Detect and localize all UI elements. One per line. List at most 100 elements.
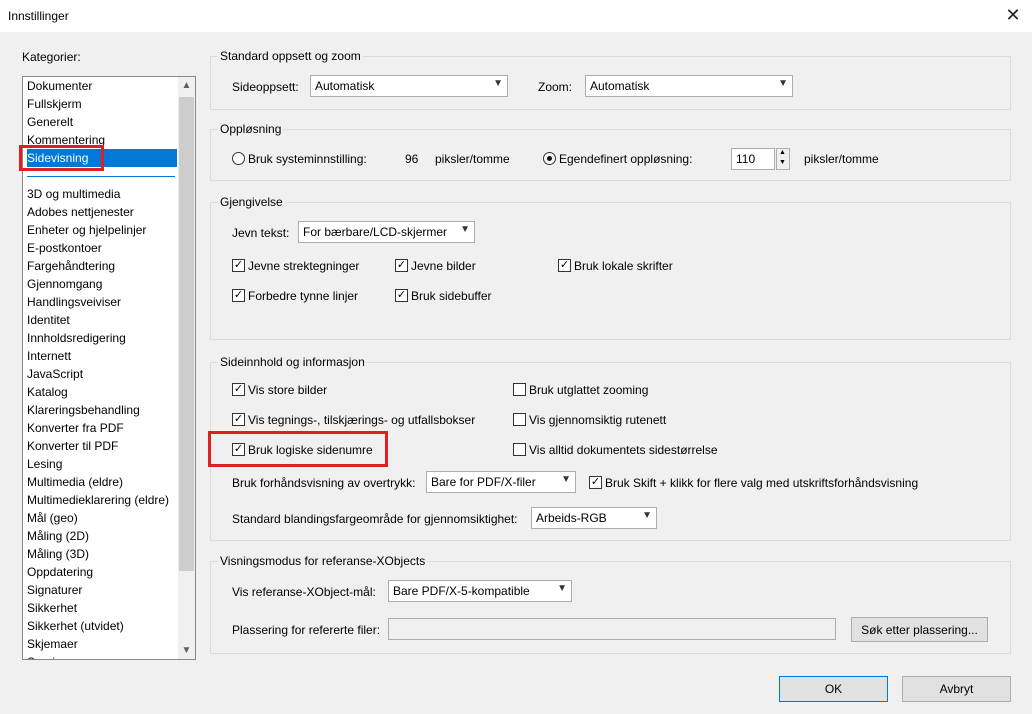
shift-click-label: Bruk Skift + klikk for flere valg med ut… xyxy=(605,476,919,490)
large-images-checkbox[interactable]: ✓ xyxy=(232,383,245,396)
smooth-zoom-label: Bruk utglattet zooming xyxy=(529,383,649,397)
spin-up-icon[interactable]: ▲ xyxy=(779,149,786,156)
smooth-text-value: For bærbare/LCD-skjermer xyxy=(303,225,448,239)
chevron-down-icon: ▼ xyxy=(778,78,788,89)
group-resolution-title: Oppløsning xyxy=(218,122,284,136)
xobject-target-select[interactable]: Bare PDF/X-5-kompatible ▼ xyxy=(388,580,572,602)
category-item[interactable]: Konverter til PDF xyxy=(27,437,118,455)
referenced-files-input[interactable] xyxy=(388,618,836,640)
category-item[interactable]: E-postkontoer xyxy=(27,239,102,257)
spin-down-icon[interactable]: ▼ xyxy=(779,159,786,166)
category-item[interactable]: Enheter og hjelpelinjer xyxy=(27,221,146,239)
browse-location-button[interactable]: Søk etter plassering... xyxy=(851,617,988,642)
system-resolution-unit: piksler/tomme xyxy=(435,152,510,166)
category-separator xyxy=(27,176,175,177)
page-cache-checkbox[interactable]: ✓ xyxy=(395,289,408,302)
close-icon[interactable]: ✕ xyxy=(1002,4,1024,26)
show-boxes-checkbox[interactable]: ✓ xyxy=(232,413,245,426)
category-item[interactable]: Fullskjerm xyxy=(27,95,82,113)
page-layout-select[interactable]: Automatisk ▼ xyxy=(310,75,508,97)
smooth-zoom-checkbox[interactable] xyxy=(513,383,526,396)
category-item[interactable]: Lesing xyxy=(27,455,62,473)
show-boxes-label: Vis tegnings-, tilskjærings- og utfallsb… xyxy=(248,413,476,427)
category-item[interactable]: Klareringsbehandling xyxy=(27,401,140,419)
category-item[interactable]: Fargehåndtering xyxy=(27,257,115,275)
chevron-down-icon: ▼ xyxy=(561,474,571,485)
overprint-preview-label: Bruk forhåndsvisning av overtrykk: xyxy=(232,476,416,490)
enhance-thin-lines-label: Forbedre tynne linjer xyxy=(248,289,359,303)
category-item[interactable]: Sikkerhet (utvidet) xyxy=(27,617,124,635)
category-item[interactable]: Internett xyxy=(27,347,71,365)
category-item[interactable]: Gjennomgang xyxy=(27,275,102,293)
custom-resolution-unit: piksler/tomme xyxy=(804,152,879,166)
chevron-down-icon: ▼ xyxy=(557,583,567,594)
always-page-size-label: Vis alltid dokumentets sidestørrelse xyxy=(529,443,718,457)
category-item[interactable]: Identitet xyxy=(27,311,70,329)
title-bar: Innstillinger ✕ xyxy=(0,0,1032,32)
smooth-line-art-checkbox[interactable]: ✓ xyxy=(232,259,245,272)
category-item[interactable]: Måling (3D) xyxy=(27,545,89,563)
category-item[interactable]: Adobes nettjenester xyxy=(27,203,134,221)
zoom-value: Automatisk xyxy=(590,79,650,93)
category-item[interactable]: Multimedieklarering (eldre) xyxy=(27,491,169,509)
overprint-preview-value: Bare for PDF/X-filer xyxy=(431,475,536,489)
enhance-thin-lines-checkbox[interactable]: ✓ xyxy=(232,289,245,302)
custom-resolution-value: 110 xyxy=(736,152,756,166)
system-resolution-value: 96 xyxy=(405,152,419,166)
category-item[interactable]: Multimedia (eldre) xyxy=(27,473,123,491)
blend-space-label: Standard blandingsfargeområde for gjenno… xyxy=(232,512,518,526)
categories-scrollbar[interactable]: ▲ ▼ xyxy=(178,77,195,659)
category-item[interactable]: Dokumenter xyxy=(27,77,92,95)
transparency-grid-checkbox[interactable] xyxy=(513,413,526,426)
chevron-down-icon: ▼ xyxy=(642,510,652,521)
system-resolution-label: Bruk systeminnstilling: xyxy=(248,152,367,166)
resolution-spinner[interactable]: ▲ ▼ xyxy=(776,148,790,170)
logical-page-numbers-checkbox[interactable]: ✓ xyxy=(232,443,245,456)
group-rendering-title: Gjengivelse xyxy=(218,195,285,209)
category-item[interactable]: Handlingsveiviser xyxy=(27,293,121,311)
categories-label: Kategorier: xyxy=(22,50,81,64)
scroll-down-icon[interactable]: ▼ xyxy=(178,642,195,659)
xobject-target-label: Vis referanse-XObject-mål: xyxy=(232,585,376,599)
category-item[interactable]: Sporing xyxy=(27,653,68,659)
category-item[interactable]: Sikkerhet xyxy=(27,599,77,617)
local-fonts-checkbox[interactable]: ✓ xyxy=(558,259,571,272)
window-title: Innstillinger xyxy=(8,9,69,23)
custom-resolution-label: Egendefinert oppløsning: xyxy=(559,152,693,166)
category-item[interactable]: JavaScript xyxy=(27,365,83,383)
category-item[interactable]: Innholdsredigering xyxy=(27,329,126,347)
category-item[interactable]: Signaturer xyxy=(27,581,82,599)
smooth-text-label: Jevn tekst: xyxy=(232,226,290,240)
blend-space-select[interactable]: Arbeids-RGB ▼ xyxy=(531,507,657,529)
smooth-images-label: Jevne bilder xyxy=(411,259,476,273)
smooth-images-checkbox[interactable]: ✓ xyxy=(395,259,408,272)
group-xobjects-title: Visningsmodus for referanse-XObjects xyxy=(218,554,428,568)
category-item[interactable]: Oppdatering xyxy=(27,563,93,581)
category-item[interactable]: Måling (2D) xyxy=(27,527,89,545)
group-page-content-title: Sideinnhold og informasjon xyxy=(218,355,367,369)
custom-resolution-radio[interactable] xyxy=(543,152,556,165)
category-item[interactable]: Skjemaer xyxy=(27,635,78,653)
scroll-up-icon[interactable]: ▲ xyxy=(178,77,195,94)
chevron-down-icon: ▼ xyxy=(460,224,470,235)
radio-dot xyxy=(547,156,552,161)
category-item[interactable]: 3D og multimedia xyxy=(27,185,120,203)
shift-click-checkbox[interactable]: ✓ xyxy=(589,476,602,489)
large-images-label: Vis store bilder xyxy=(248,383,328,397)
category-item[interactable]: Mål (geo) xyxy=(27,509,78,527)
category-item[interactable]: Generelt xyxy=(27,113,73,131)
highlight-box-sidevisning xyxy=(19,145,104,171)
page-layout-value: Automatisk xyxy=(315,79,375,93)
overprint-preview-select[interactable]: Bare for PDF/X-filer ▼ xyxy=(426,471,576,493)
always-page-size-checkbox[interactable] xyxy=(513,443,526,456)
cancel-button[interactable]: Avbryt xyxy=(902,676,1011,702)
custom-resolution-input[interactable]: 110 xyxy=(731,148,775,170)
chevron-down-icon: ▼ xyxy=(493,78,503,89)
ok-button[interactable]: OK xyxy=(779,676,888,702)
zoom-select[interactable]: Automatisk ▼ xyxy=(585,75,793,97)
smooth-text-select[interactable]: For bærbare/LCD-skjermer ▼ xyxy=(298,221,475,243)
system-resolution-radio[interactable] xyxy=(232,152,245,165)
category-item[interactable]: Katalog xyxy=(27,383,68,401)
category-item[interactable]: Konverter fra PDF xyxy=(27,419,124,437)
scroll-thumb[interactable] xyxy=(179,97,194,571)
